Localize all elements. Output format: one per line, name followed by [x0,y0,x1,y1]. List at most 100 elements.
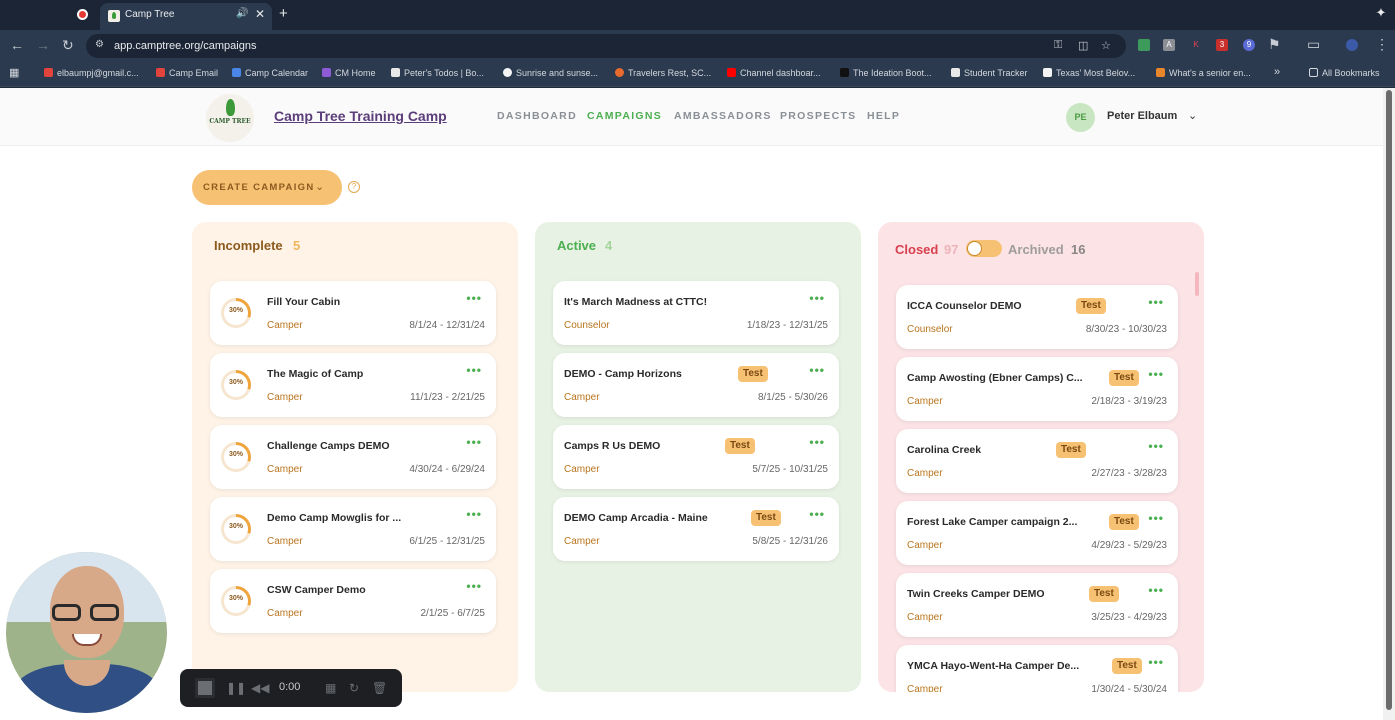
bookmark-star-icon[interactable]: ☆ [1101,39,1111,52]
browser-menu-icon[interactable]: ⋮ [1375,36,1389,53]
campaign-card[interactable]: YMCA Hayo-Went-Ha Camper De... Test Camp… [896,645,1178,692]
campaign-dates: 4/30/24 - 6/29/24 [409,464,485,475]
more-options-icon[interactable]: ••• [466,291,482,305]
campaign-type: Camper [564,536,600,547]
extensions-puzzle-icon[interactable]: ⚑ [1268,36,1281,53]
pause-icon[interactable]: ❚❚ [226,681,246,695]
more-options-icon[interactable]: ••• [809,435,825,449]
campaign-card[interactable]: DEMO - Camp Horizons Test Camper 8/1/25 … [553,353,839,417]
extension-green-icon[interactable] [1138,39,1150,51]
campaign-card[interactable]: Forest Lake Camper campaign 2... Test Ca… [896,501,1178,565]
more-options-icon[interactable]: ••• [1148,511,1164,525]
bookmark-travelers-rest[interactable]: Travelers Rest, SC... [615,68,711,78]
bookmark-gmail[interactable]: elbaumpj@gmail.c... [44,68,139,78]
site-settings-icon[interactable]: ⚙ [95,39,104,50]
bookmark-sunrise[interactable]: Sunrise and sunse... [503,68,598,78]
bookmark-camp-calendar[interactable]: Camp Calendar [232,68,308,78]
campaign-card[interactable]: ICCA Counselor DEMO Test Counselor 8/30/… [896,285,1178,349]
campaign-card[interactable]: DEMO Camp Arcadia - Maine Test Camper 5/… [553,497,839,561]
campaign-dates: 2/27/23 - 3/28/23 [1091,468,1167,479]
more-options-icon[interactable]: ••• [466,579,482,593]
stop-recording-button[interactable] [195,678,215,698]
more-options-icon[interactable]: ••• [809,507,825,521]
sidepanel-icon[interactable]: ▭ [1307,36,1320,53]
nav-help[interactable]: HELP [867,110,900,122]
apps-grid-icon[interactable]: ▦ [9,66,19,79]
close-tab-icon[interactable]: ✕ [255,7,265,21]
campaign-dates: 8/1/25 - 5/30/26 [757,392,828,403]
more-options-icon[interactable]: ••• [1148,439,1164,453]
closed-archived-toggle[interactable] [966,240,1002,257]
bookmark-ideation-boot[interactable]: The Ideation Boot... [840,68,932,78]
user-name[interactable]: Peter Elbaum [1107,110,1177,122]
youtube-icon [727,68,736,77]
campaign-card[interactable]: 30% Challenge Camps DEMO Camper 4/30/24 … [210,425,496,489]
more-options-icon[interactable]: ••• [809,291,825,305]
more-options-icon[interactable]: ••• [1148,583,1164,597]
bookmark-camp-email[interactable]: Camp Email [156,68,218,78]
grid-icon[interactable]: ▦ [325,681,336,695]
trash-icon[interactable]: 🗑 [372,681,387,695]
user-avatar[interactable]: PE [1066,103,1095,132]
reload-icon[interactable]: ↻ [62,37,74,54]
bookmark-senior-en[interactable]: What's a senior en... [1156,68,1251,78]
test-badge: Test [751,510,781,526]
bookmark-channel-dashboard[interactable]: Channel dashboar... [727,68,821,78]
nav-dashboard[interactable]: DASHBOARD [497,110,577,122]
more-options-icon[interactable]: ••• [466,507,482,521]
more-options-icon[interactable]: ••• [1148,655,1164,669]
new-tab-button[interactable]: + [279,5,288,22]
address-bar[interactable]: ⚙ app.camptree.org/campaigns ⚿ ◫ ☆ [86,34,1126,58]
restart-icon[interactable]: ↻ [349,681,359,695]
campaign-card[interactable]: Twin Creeks Camper DEMO Test Camper 3/25… [896,573,1178,637]
campaign-card[interactable]: 30% CSW Camper Demo Camper 2/1/25 - 6/7/… [210,569,496,633]
chevron-down-icon[interactable]: ⌄ [1188,109,1197,122]
bookmark-texas[interactable]: Texas' Most Belov... [1043,68,1135,78]
password-key-icon[interactable]: ⚿ [1054,39,1062,52]
archived-title[interactable]: Archived [1008,242,1064,257]
browser-tab-camp-tree[interactable]: Camp Tree 🔊 ✕ [100,3,272,30]
gemini-icon[interactable]: ✦ [1372,5,1390,23]
nav-prospects[interactable]: PROSPECTS [780,110,856,122]
campaign-title: It's March Madness at CTTC! [564,296,708,308]
campaign-dates: 2/18/23 - 3/19/23 [1091,396,1167,407]
extension-k-icon[interactable]: K [1190,39,1202,51]
create-campaign-button[interactable]: CREATE CAMPAIGN ⌄ [192,170,342,205]
profile-avatar-icon[interactable] [1346,39,1358,51]
speaker-icon[interactable]: 🔊 [236,8,248,19]
more-options-icon[interactable]: ••• [809,363,825,377]
campaign-card[interactable]: Camps R Us DEMO Test Camper 5/7/25 - 10/… [553,425,839,489]
campaign-card[interactable]: 30% Demo Camp Mowglis for ... Camper 6/1… [210,497,496,561]
campaign-card[interactable]: 30% Fill Your Cabin Camper 8/1/24 - 12/3… [210,281,496,345]
org-name-link[interactable]: Camp Tree Training Camp [274,108,447,124]
help-icon[interactable]: ? [348,181,360,193]
column-scrollbar[interactable] [1195,272,1199,296]
campaign-card[interactable]: 30% The Magic of Camp Camper 11/1/23 - 2… [210,353,496,417]
campaign-title: DEMO - Camp Horizons [564,368,682,380]
forward-icon[interactable]: → [36,37,50,53]
extension-red-icon[interactable]: 3 [1216,39,1228,51]
page-scrollbar-thumb[interactable] [1386,90,1392,710]
nav-campaigns[interactable]: CAMPAIGNS [587,110,662,122]
all-bookmarks-folder[interactable]: All Bookmarks [1309,68,1380,78]
more-options-icon[interactable]: ••• [1148,295,1164,309]
back-icon[interactable]: ← [10,37,24,53]
bookmark-student-tracker[interactable]: Student Tracker [951,68,1028,78]
camp-tree-logo[interactable]: CAMP TREE [206,94,254,142]
extension-blue-icon[interactable]: 9 [1243,39,1255,51]
more-options-icon[interactable]: ••• [1148,367,1164,381]
extension-a-icon[interactable]: A [1163,39,1175,51]
campaign-card[interactable]: Camp Awosting (Ebner Camps) C... Test Ca… [896,357,1178,421]
campaign-card[interactable]: Carolina Creek Test Camper 2/27/23 - 3/2… [896,429,1178,493]
more-options-icon[interactable]: ••• [466,435,482,449]
bookmark-cm-home[interactable]: CM Home [322,68,376,78]
create-campaign-label: CREATE CAMPAIGN [203,182,315,193]
rewind-icon[interactable]: ◀◀ [251,681,269,695]
more-bookmarks-icon[interactable]: » [1274,66,1280,78]
campaign-card[interactable]: It's March Madness at CTTC! Counselor 1/… [553,281,839,345]
bookmark-peters-todos[interactable]: Peter's Todos | Bo... [391,68,484,78]
cm-icon [322,68,331,77]
nav-ambassadors[interactable]: AMBASSADORS [674,110,772,122]
install-app-icon[interactable]: ◫ [1078,39,1088,52]
more-options-icon[interactable]: ••• [466,363,482,377]
